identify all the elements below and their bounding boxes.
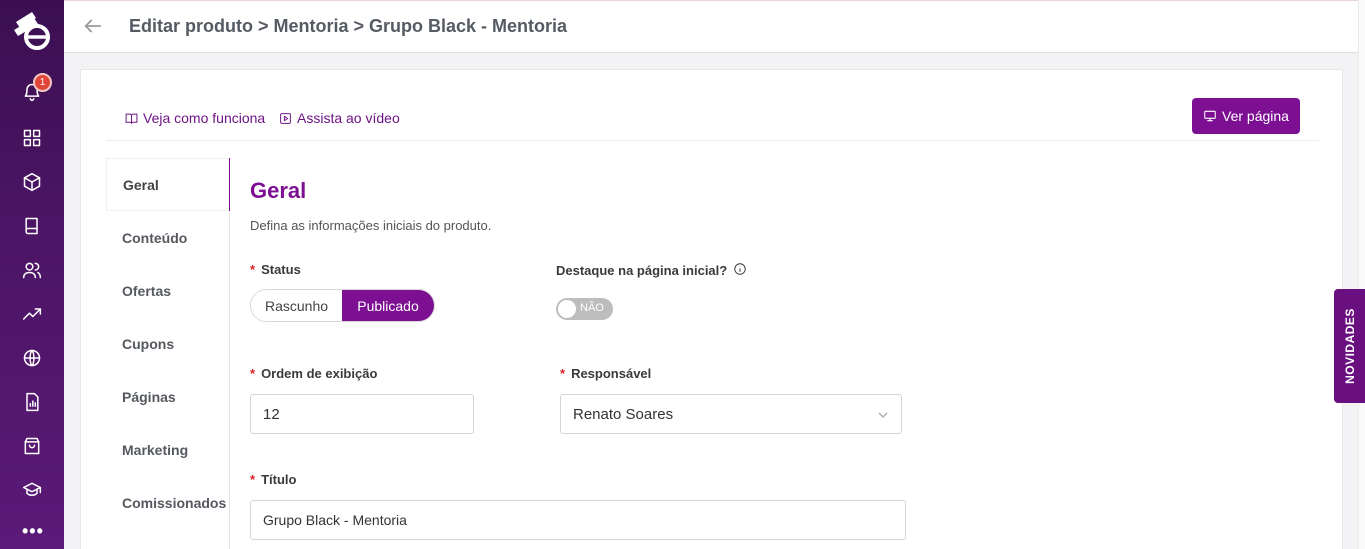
- menu-item-label: Páginas: [122, 388, 176, 405]
- highlight-label-text: Destaque na página inicial?: [556, 263, 728, 278]
- report-icon[interactable]: [20, 390, 44, 414]
- toggle-label: NÃO: [580, 302, 604, 314]
- brand-logo[interactable]: [10, 8, 54, 52]
- how-it-works-link[interactable]: Veja como funciona: [125, 110, 265, 126]
- order-label: * Ordem de exibição: [250, 366, 377, 381]
- required-mark: *: [560, 366, 566, 381]
- menu-item-cupons[interactable]: Cupons: [106, 317, 230, 370]
- breadcrumb: Editar produto > Mentoria > Grupo Black …: [129, 16, 568, 36]
- globe-icon[interactable]: [20, 346, 44, 370]
- graduation-cap-icon[interactable]: [20, 478, 44, 502]
- box-icon[interactable]: [20, 170, 44, 194]
- status-option-publicado[interactable]: Publicado: [342, 290, 434, 321]
- notification-badge: 1: [33, 73, 52, 92]
- menu-item-geral[interactable]: Geral: [106, 158, 230, 211]
- open-book-icon: [125, 113, 138, 124]
- menu-item-label: Cupons: [122, 335, 175, 352]
- responsible-value: Renato Soares: [573, 405, 674, 423]
- page-scrollbar[interactable]: [1358, 0, 1365, 549]
- menu-item-label: Conteúdo: [122, 229, 188, 246]
- info-icon[interactable]: [733, 262, 747, 279]
- how-it-works-label: Veja como funciona: [143, 110, 266, 126]
- section-title: Geral: [250, 178, 307, 203]
- status-label-text: Status: [261, 262, 301, 277]
- responsible-label-text: Responsável: [571, 366, 652, 381]
- menu-item-label: Geral: [123, 176, 159, 193]
- highlight-label: Destaque na página inicial?: [556, 262, 747, 279]
- novidades-tab[interactable]: NOVIDADES: [1334, 289, 1365, 403]
- grid-icon[interactable]: [20, 126, 44, 150]
- left-rail: 1 •••: [0, 0, 64, 549]
- highlight-toggle[interactable]: NÃO: [556, 298, 613, 320]
- title-value: Grupo Black - Mentoria: [263, 512, 407, 528]
- menu-item-ofertas[interactable]: Ofertas: [106, 264, 230, 317]
- required-mark: *: [250, 262, 256, 277]
- status-label: * Status: [250, 262, 301, 277]
- shopping-bag-icon[interactable]: [20, 434, 44, 458]
- title-input[interactable]: Grupo Black - Mentoria: [250, 500, 906, 540]
- menu-item-marketing[interactable]: Marketing: [106, 423, 230, 476]
- top-bar: Editar produto > Mentoria > Grupo Black …: [64, 0, 1358, 53]
- menu-item-paginas[interactable]: Páginas: [106, 370, 230, 423]
- responsible-select[interactable]: Renato Soares: [560, 394, 902, 434]
- menu-item-conteudo[interactable]: Conteúdo: [106, 211, 230, 264]
- order-label-text: Ordem de exibição: [261, 366, 378, 381]
- menu-item-comissionados[interactable]: Comissionados: [106, 476, 230, 529]
- title-label: * Título: [250, 472, 296, 487]
- menu-item-label: Comissionados: [122, 494, 227, 511]
- active-menu-indicator: [229, 158, 230, 211]
- back-arrow-icon[interactable]: [82, 15, 106, 39]
- play-video-icon: [280, 112, 291, 124]
- users-icon[interactable]: [20, 258, 44, 282]
- status-option-rascunho[interactable]: Rascunho: [251, 290, 342, 321]
- chevron-down-icon: [877, 408, 889, 425]
- order-input[interactable]: 12: [250, 394, 474, 434]
- toggle-knob: [558, 300, 576, 318]
- required-mark: *: [250, 472, 256, 487]
- watch-video-link[interactable]: Assista ao vídeo: [279, 110, 400, 126]
- title-label-text: Título: [261, 472, 297, 487]
- novidades-label: NOVIDADES: [1342, 308, 1357, 384]
- menu-item-label: Marketing: [122, 441, 189, 458]
- toolbar-divider: [106, 140, 1319, 141]
- menu-item-label: Ofertas: [122, 282, 172, 299]
- view-page-button[interactable]: Ver página: [1192, 98, 1300, 134]
- section-description: Defina as informações iniciais do produt…: [250, 218, 492, 233]
- responsible-label: * Responsável: [560, 366, 651, 381]
- book-icon[interactable]: [20, 214, 44, 238]
- menu-divider: [229, 158, 230, 549]
- monitor-icon: [1204, 110, 1216, 122]
- order-value: 12: [263, 405, 280, 423]
- trending-up-icon[interactable]: [20, 302, 44, 326]
- section-menu: Geral Conteúdo Ofertas Cupons Páginas Ma…: [106, 158, 230, 529]
- watch-video-label: Assista ao vídeo: [297, 110, 400, 126]
- required-mark: *: [250, 366, 256, 381]
- more-icon[interactable]: •••: [22, 522, 44, 540]
- product-editor-card: Veja como funciona Assista ao vídeo Ver …: [80, 69, 1343, 549]
- status-segmented-control: Rascunho Publicado: [250, 289, 435, 322]
- view-page-label: Ver página: [1222, 108, 1289, 124]
